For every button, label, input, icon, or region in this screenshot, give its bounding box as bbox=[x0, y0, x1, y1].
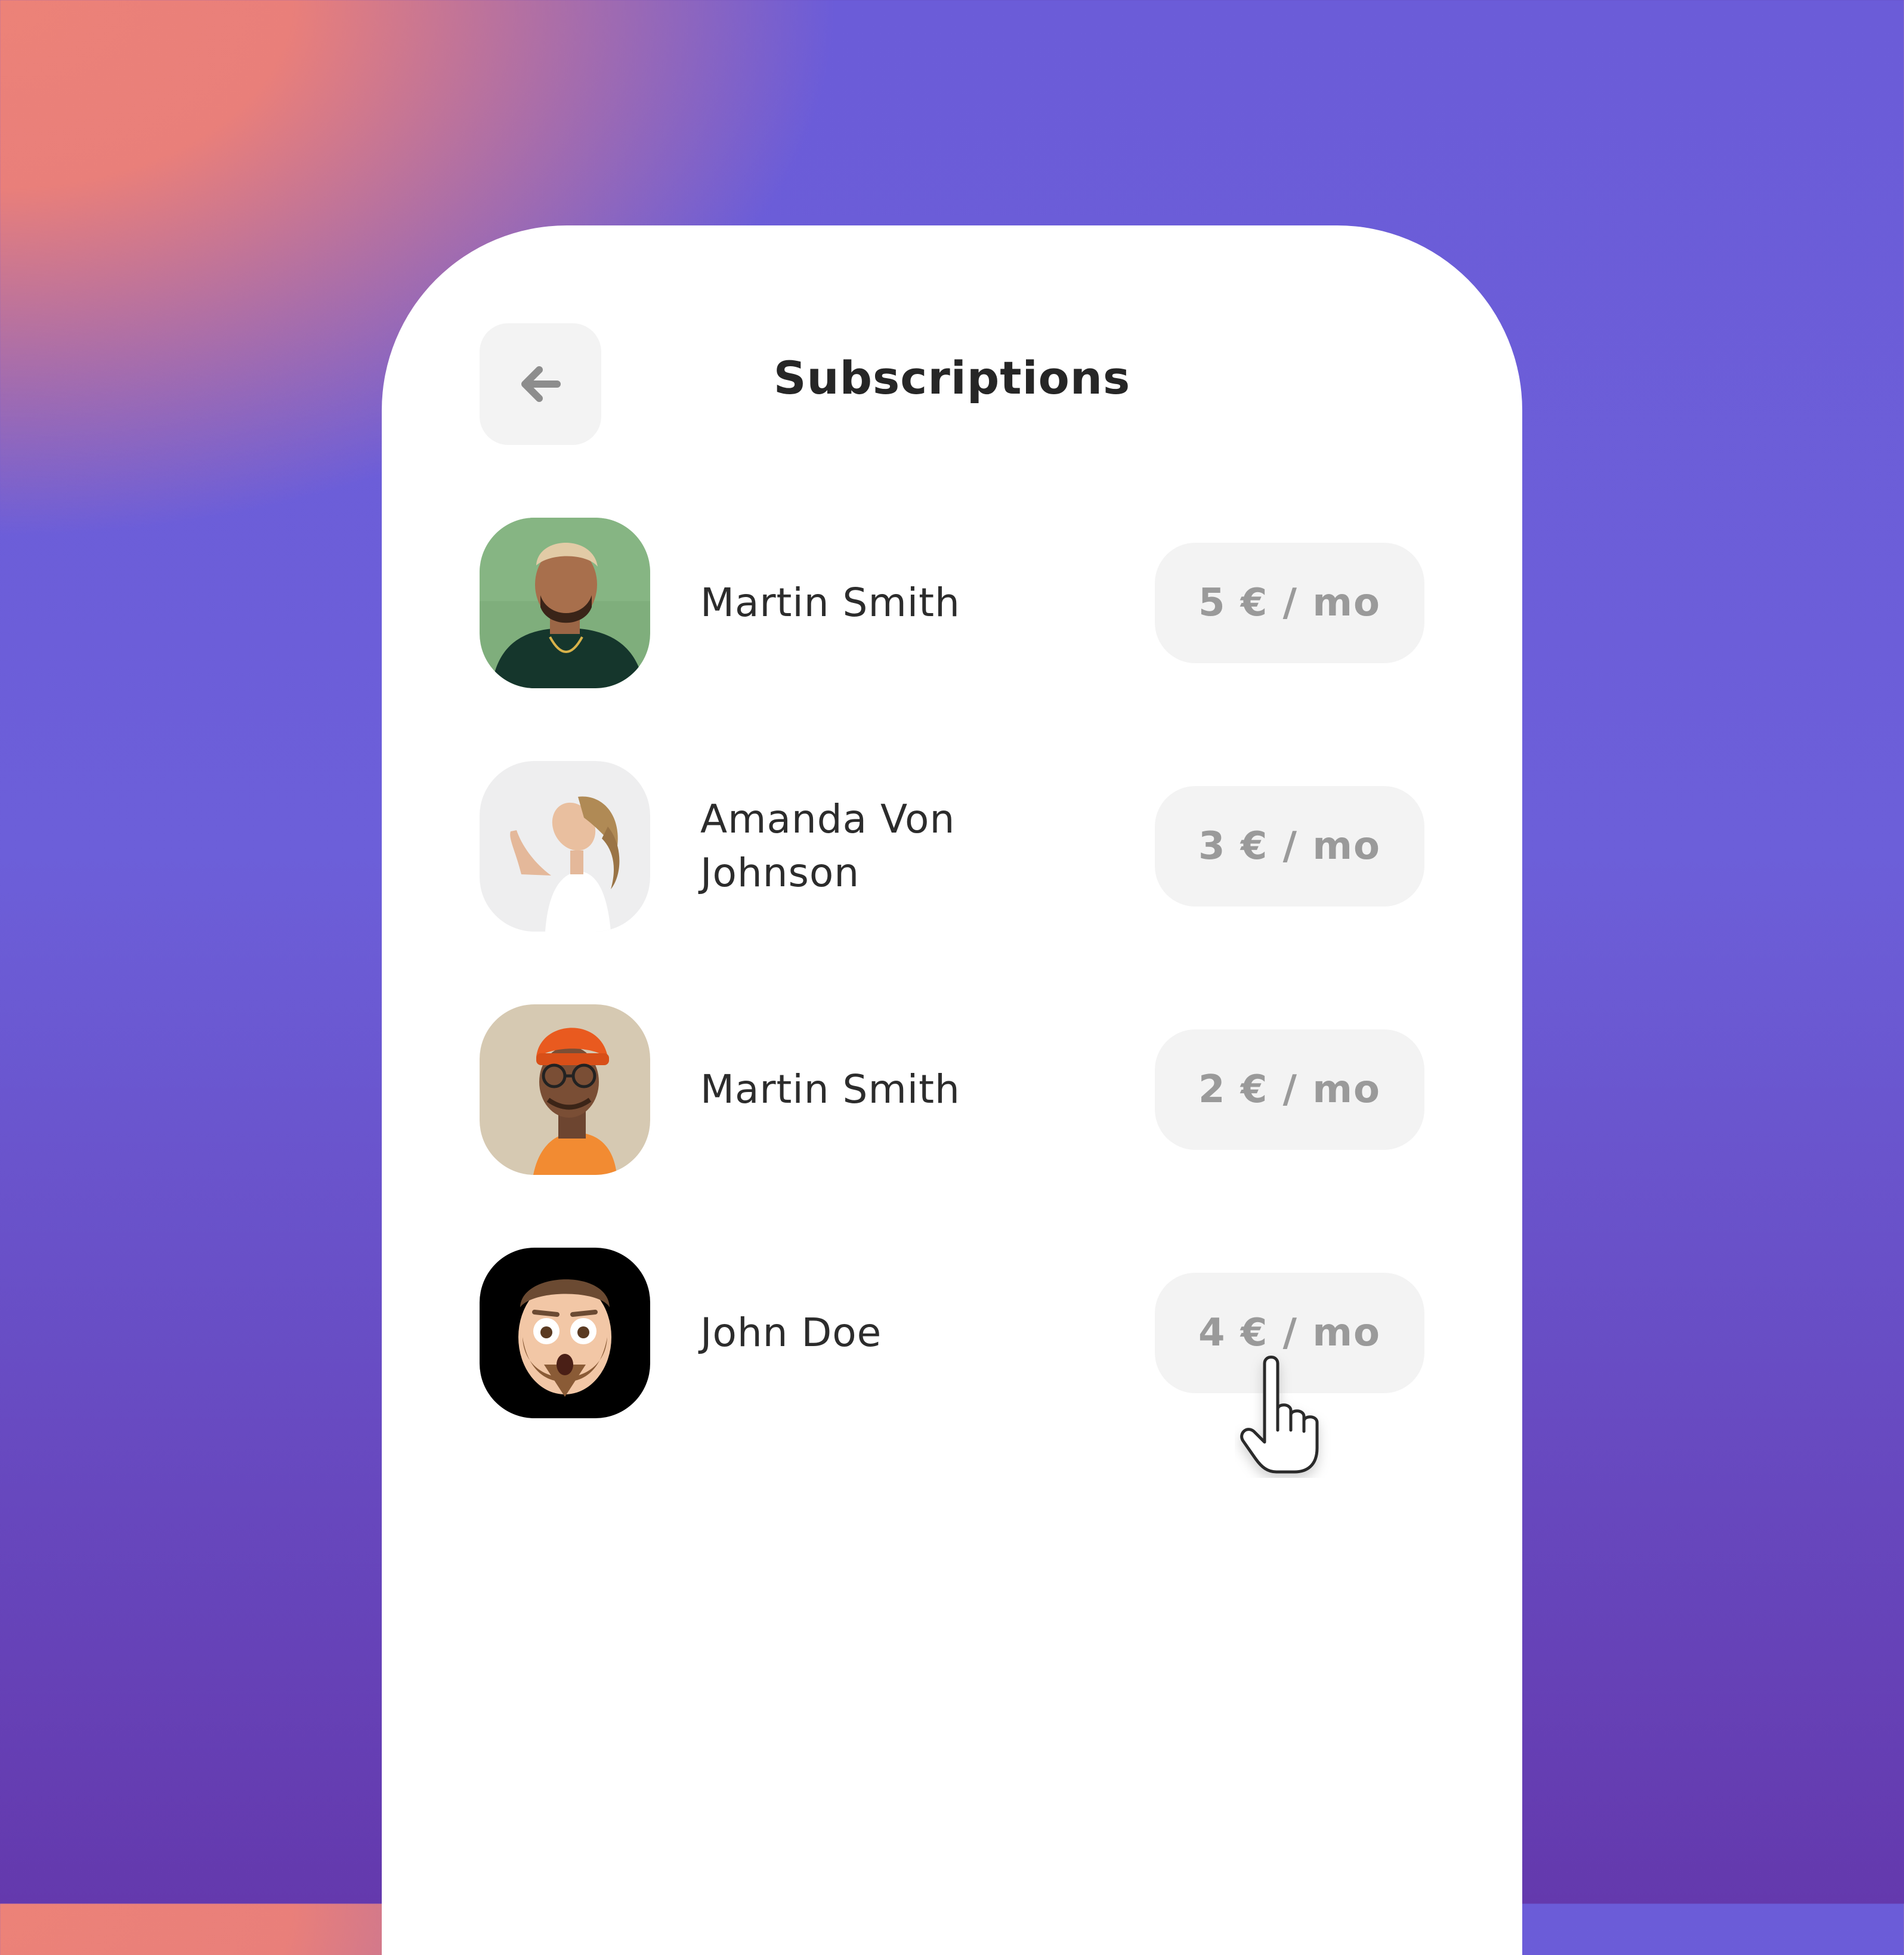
list-item[interactable]: Amanda Von Johnson 3 € / mo bbox=[480, 761, 1424, 932]
hand-pointer-icon bbox=[1240, 1356, 1319, 1474]
subscriber-name: Amanda Von Johnson bbox=[700, 796, 956, 896]
list-item[interactable]: Martin Smith 5 € / mo bbox=[480, 518, 1424, 688]
price-button[interactable]: 3 € / mo bbox=[1155, 786, 1424, 907]
price-button[interactable]: 2 € / mo bbox=[1155, 1029, 1424, 1150]
subscriber-name: Martin Smith bbox=[700, 1066, 960, 1112]
price-button[interactable]: 5 € / mo bbox=[1155, 543, 1424, 663]
list-item[interactable]: Martin Smith 2 € / mo bbox=[480, 1004, 1424, 1175]
phone-screen: Subscriptions Martin Smith 5 € / mo Aman… bbox=[382, 225, 1522, 1955]
avatar bbox=[480, 1248, 650, 1418]
avatar bbox=[480, 518, 650, 688]
page-title: Subscriptions bbox=[773, 351, 1131, 404]
avatar bbox=[480, 761, 650, 932]
subscriber-name: John Doe bbox=[700, 1310, 882, 1356]
subscriber-name: Martin Smith bbox=[700, 580, 960, 626]
avatar bbox=[480, 1004, 650, 1175]
